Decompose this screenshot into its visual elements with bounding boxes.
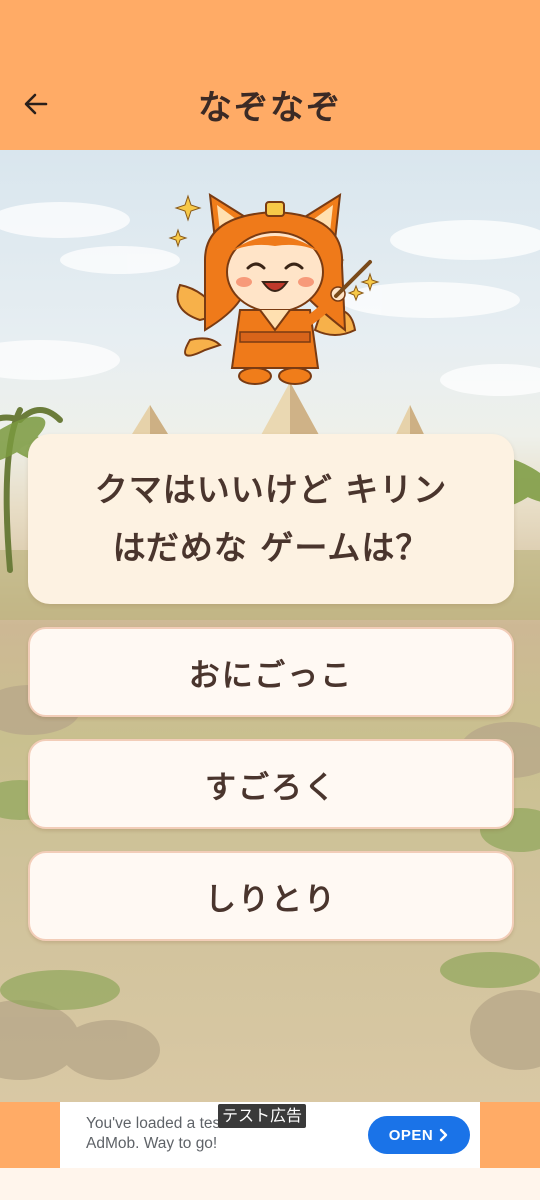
fox-mascot-image	[168, 193, 380, 385]
page-title: なぞなぞ	[198, 88, 342, 128]
answer-button-3[interactable]: しりとり	[28, 851, 514, 941]
bottom-strip	[0, 1168, 540, 1200]
question-card: クマはいいけど キリン はだめな ゲームは？	[28, 434, 514, 604]
question-line-2: はだめな ゲームは？	[112, 528, 430, 567]
question-text: クマはいいけど キリン はだめな ゲームは？	[51, 461, 491, 577]
chevron-right-icon	[440, 1128, 448, 1142]
answer-button-2[interactable]: すごろく	[28, 739, 514, 829]
app-header: なぞなぞ	[0, 0, 540, 150]
ad-open-label: OPEN	[388, 1126, 434, 1144]
ad-text-line-2: AdMob. Way to go!	[86, 1135, 218, 1152]
ad-open-button[interactable]: OPEN	[368, 1116, 470, 1154]
test-ad-label: テスト広告	[218, 1104, 307, 1128]
question-line-1: クマはいいけど キリン	[94, 470, 448, 509]
answer-button-1[interactable]: おにごっこ	[28, 627, 514, 717]
